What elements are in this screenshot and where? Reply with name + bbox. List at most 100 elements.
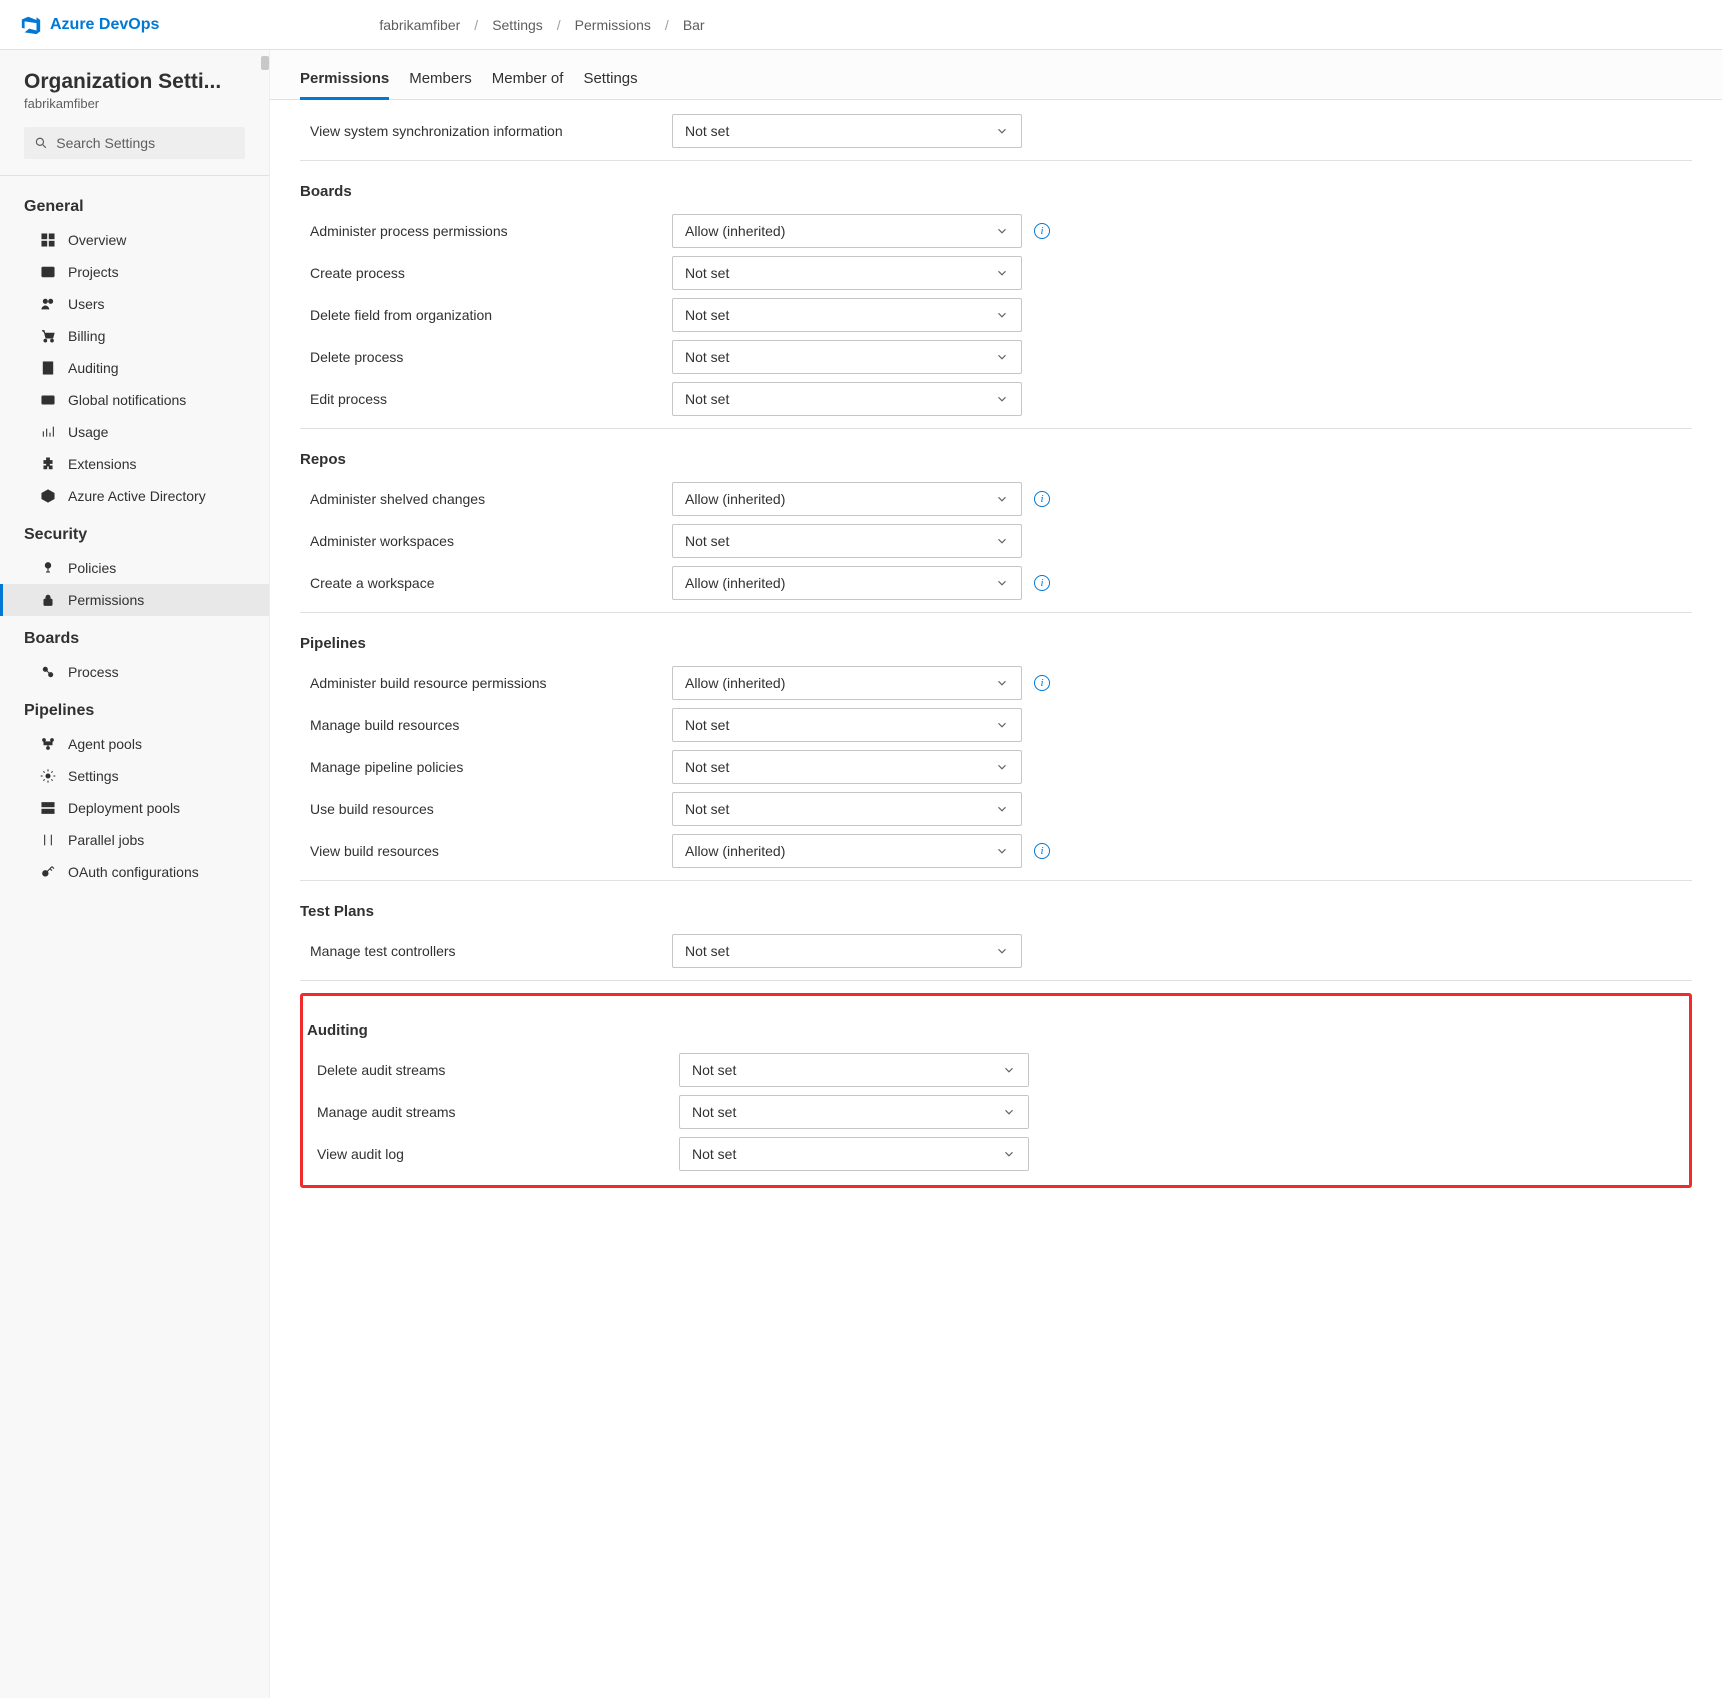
permission-row: Administer workspacesNot set bbox=[300, 520, 1692, 562]
sidebar-item-label: Global notifications bbox=[68, 392, 186, 408]
sidebar-scrollbar-thumb[interactable] bbox=[261, 56, 269, 70]
permissions-icon bbox=[40, 592, 56, 608]
permission-select[interactable]: Not set bbox=[679, 1095, 1029, 1129]
auditing-icon bbox=[40, 360, 56, 376]
permission-select[interactable]: Not set bbox=[672, 934, 1022, 968]
sidebar-item-azure-active-directory[interactable]: Azure Active Directory bbox=[0, 480, 269, 512]
tab-settings[interactable]: Settings bbox=[583, 70, 637, 99]
chevron-down-icon bbox=[1002, 1105, 1016, 1119]
sidebar-item-projects[interactable]: Projects bbox=[0, 256, 269, 288]
permission-label: Create process bbox=[300, 265, 660, 281]
permission-label: Use build resources bbox=[300, 801, 660, 817]
users-icon bbox=[40, 296, 56, 312]
sidebar-item-label: Process bbox=[68, 664, 119, 680]
tab-member-of[interactable]: Member of bbox=[492, 70, 564, 99]
permission-group-header: Pipelines bbox=[300, 613, 1692, 662]
sidebar-item-parallel-jobs[interactable]: Parallel jobs bbox=[0, 824, 269, 856]
sidebar-item-label: OAuth configurations bbox=[68, 864, 199, 880]
sidebar-item-process[interactable]: Process bbox=[0, 656, 269, 688]
info-icon[interactable]: i bbox=[1034, 675, 1050, 691]
org-name: fabrikamfiber bbox=[0, 94, 269, 127]
permission-row: View audit logNot set bbox=[307, 1133, 1679, 1175]
sidebar-item-policies[interactable]: Policies bbox=[0, 552, 269, 584]
permission-select[interactable]: Not set bbox=[679, 1137, 1029, 1171]
permission-select[interactable]: Not set bbox=[672, 256, 1022, 290]
search-input[interactable] bbox=[56, 135, 235, 151]
permission-label: View build resources bbox=[300, 843, 660, 859]
content: Permissions Members Member of Settings View… bbox=[270, 50, 1722, 1698]
sidebar-item-global-notifications[interactable]: Global notifications bbox=[0, 384, 269, 416]
sidebar-item-label: Settings bbox=[68, 768, 119, 784]
chevron-down-icon bbox=[1002, 1063, 1016, 1077]
permission-select[interactable]: Allow (inherited) bbox=[672, 566, 1022, 600]
permission-select[interactable]: Allow (inherited) bbox=[672, 834, 1022, 868]
chevron-down-icon bbox=[995, 224, 1009, 238]
sidebar-scrollbar[interactable] bbox=[259, 50, 269, 1698]
sidebar-item-extensions[interactable]: Extensions bbox=[0, 448, 269, 480]
breadcrumb-separator: / bbox=[474, 17, 478, 33]
info-icon[interactable]: i bbox=[1034, 843, 1050, 859]
sidebar-item-oauth-configurations[interactable]: OAuth configurations bbox=[0, 856, 269, 888]
sidebar-item-deployment-pools[interactable]: Deployment pools bbox=[0, 792, 269, 824]
info-icon[interactable]: i bbox=[1034, 575, 1050, 591]
permission-group-header: Auditing bbox=[307, 1000, 1679, 1049]
permission-row: Delete field from organization Not set bbox=[300, 294, 1692, 336]
auditing-highlight-box: AuditingDelete audit streamsNot setManag… bbox=[300, 993, 1692, 1188]
permission-row: Manage test controllersNot set bbox=[300, 930, 1692, 972]
breadcrumb-separator: / bbox=[665, 17, 669, 33]
sidebar-item-label: Policies bbox=[68, 560, 116, 576]
permission-select[interactable]: Not set bbox=[672, 524, 1022, 558]
permission-value: Not set bbox=[685, 717, 729, 733]
usage-icon bbox=[40, 424, 56, 440]
permission-select[interactable]: Not set bbox=[672, 792, 1022, 826]
breadcrumb-separator: / bbox=[557, 17, 561, 33]
product-logo-wrap[interactable]: Azure DevOps bbox=[20, 14, 159, 36]
permission-select[interactable]: Allow (inherited) bbox=[672, 214, 1022, 248]
permission-select[interactable]: Allow (inherited) bbox=[672, 482, 1022, 516]
azure-devops-logo-icon bbox=[20, 14, 42, 36]
permission-select[interactable]: Allow (inherited) bbox=[672, 666, 1022, 700]
permission-select[interactable]: Not set bbox=[672, 340, 1022, 374]
chevron-down-icon bbox=[995, 676, 1009, 690]
paralleljobs-icon bbox=[40, 832, 56, 848]
tab-members[interactable]: Members bbox=[409, 70, 472, 99]
sidebar-section-header: Pipelines bbox=[0, 688, 269, 728]
permission-label: Administer process permissions bbox=[300, 223, 660, 239]
permission-label: Delete field from organization bbox=[300, 307, 660, 323]
info-icon[interactable]: i bbox=[1034, 491, 1050, 507]
permission-row: Create a workspaceAllow (inherited)i bbox=[300, 562, 1692, 604]
permission-label: View system synchronization information bbox=[300, 123, 660, 139]
sidebar-item-permissions[interactable]: Permissions bbox=[0, 584, 269, 616]
breadcrumb-item[interactable]: Settings bbox=[492, 17, 543, 33]
permission-value: Not set bbox=[685, 123, 729, 139]
agentpools-icon bbox=[40, 736, 56, 752]
breadcrumb-item[interactable]: fabrikamfiber bbox=[379, 17, 460, 33]
search-settings[interactable] bbox=[24, 127, 245, 159]
info-icon[interactable]: i bbox=[1034, 223, 1050, 239]
sidebar-item-billing[interactable]: Billing bbox=[0, 320, 269, 352]
permission-select[interactable]: Not set bbox=[672, 298, 1022, 332]
tab-permissions[interactable]: Permissions bbox=[300, 70, 389, 100]
sidebar: Organization Setti... fabrikamfiber Gene… bbox=[0, 50, 270, 1698]
permission-select[interactable]: Not set bbox=[672, 750, 1022, 784]
sidebar-item-overview[interactable]: Overview bbox=[0, 224, 269, 256]
permission-select[interactable]: Not set bbox=[672, 114, 1022, 148]
chevron-down-icon bbox=[995, 576, 1009, 590]
breadcrumb-item[interactable]: Permissions bbox=[575, 17, 651, 33]
permission-select[interactable]: Not set bbox=[672, 382, 1022, 416]
sidebar-item-users[interactable]: Users bbox=[0, 288, 269, 320]
sidebar-item-usage[interactable]: Usage bbox=[0, 416, 269, 448]
process-icon bbox=[40, 664, 56, 680]
breadcrumb-item[interactable]: Bar bbox=[683, 17, 705, 33]
permission-label: Administer shelved changes bbox=[300, 491, 660, 507]
sidebar-item-settings[interactable]: Settings bbox=[0, 760, 269, 792]
projects-icon bbox=[40, 264, 56, 280]
notifications-icon bbox=[40, 392, 56, 408]
permission-row: View system synchronization information N… bbox=[300, 110, 1692, 152]
permission-select[interactable]: Not set bbox=[672, 708, 1022, 742]
sidebar-item-agent-pools[interactable]: Agent pools bbox=[0, 728, 269, 760]
permission-value: Not set bbox=[685, 533, 729, 549]
sidebar-item-auditing[interactable]: Auditing bbox=[0, 352, 269, 384]
sidebar-item-label: Permissions bbox=[68, 592, 144, 608]
permission-select[interactable]: Not set bbox=[679, 1053, 1029, 1087]
